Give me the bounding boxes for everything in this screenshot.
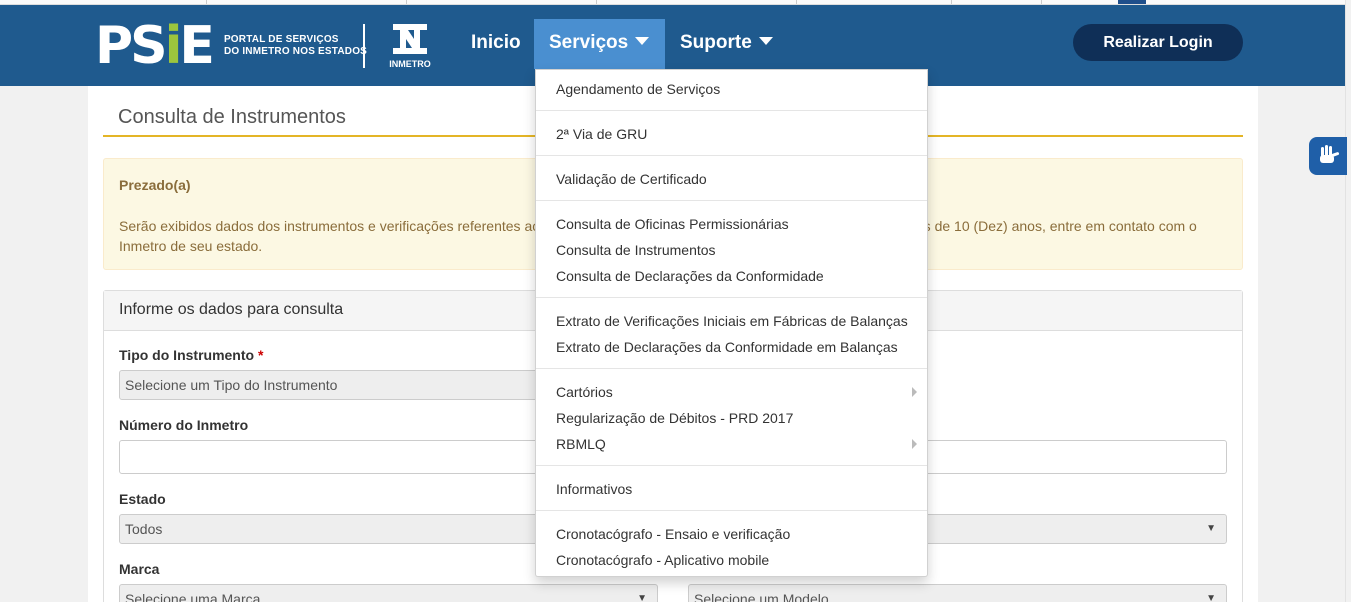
numero-inmetro-label: Número do Inmetro — [119, 417, 249, 433]
tab-strip-segment — [0, 0, 207, 4]
menu-item-consulta-instrumentos[interactable]: Consulta de Instrumentos — [556, 240, 716, 260]
menu-item-rbmlq[interactable]: RBMLQ — [556, 434, 606, 454]
chevron-right-icon — [912, 439, 917, 449]
menu-divider — [536, 368, 927, 369]
marca-value: Selecione uma Marca — [125, 591, 261, 602]
tab-strip-segment — [597, 0, 797, 4]
psie-logo-mark: PSiE — [95, 16, 215, 76]
tipo-instrumento-label: Tipo do Instrumento * — [119, 347, 264, 363]
select-arrow-icon: ▼ — [637, 593, 647, 602]
alert-text-left: Serão exibidos dados dos instrumentos e … — [119, 218, 541, 234]
tipo-instrumento-value: Selecione um Tipo do Instrumento — [125, 377, 338, 393]
nav-suporte[interactable]: Suporte — [665, 19, 788, 69]
inmetro-logo-label: INMETRO — [389, 59, 431, 69]
tab-strip-segment — [797, 0, 952, 4]
menu-item-cronotacografo-ensaio[interactable]: Cronotacógrafo - Ensaio e verificação — [556, 524, 790, 544]
menu-divider — [536, 297, 927, 298]
select-arrow-icon: ▼ — [1206, 593, 1216, 602]
page-scrollbar[interactable] — [1345, 0, 1351, 602]
menu-item-regularizacao-debitos[interactable]: Regularização de Débitos - PRD 2017 — [556, 408, 793, 428]
estado-label: Estado — [119, 491, 166, 507]
menu-divider — [536, 465, 927, 466]
marca-label: Marca — [119, 561, 160, 577]
login-button[interactable]: Realizar Login — [1073, 24, 1243, 61]
nav-servicos-label: Serviços — [549, 32, 629, 53]
inmetro-logo: INMETRO — [383, 22, 437, 72]
menu-item-cartorios[interactable]: Cartórios — [556, 382, 613, 402]
logo-separator — [363, 24, 365, 68]
tab-strip-segment — [952, 0, 1042, 4]
modelo-select[interactable]: Selecione um Modelo ▼ — [688, 584, 1227, 602]
required-marker: * — [257, 347, 264, 363]
tab-strip-accent — [1118, 0, 1146, 4]
alert-title: Prezado(a) — [119, 177, 191, 193]
estado-value: Todos — [125, 521, 163, 537]
menu-item-extrato-verificacoes[interactable]: Extrato de Verificações Iniciais em Fábr… — [556, 311, 908, 331]
tab-strip-segment — [207, 0, 407, 4]
menu-item-2via-gru[interactable]: 2ª Via de GRU — [556, 124, 647, 144]
chevron-right-icon — [912, 387, 917, 397]
menu-item-consulta-oficinas[interactable]: Consulta de Oficinas Permissionárias — [556, 214, 789, 234]
modelo-value: Selecione um Modelo — [694, 591, 829, 602]
nav-inicio-label: Inicio — [471, 32, 521, 53]
page-title: Consulta de Instrumentos — [118, 106, 346, 128]
marca-select[interactable]: Selecione uma Marca ▼ — [119, 584, 658, 602]
accessibility-widget[interactable] — [1309, 137, 1347, 175]
psie-logo[interactable]: PSiE PORTAL DE SERVIÇOS DO INMETRO NOS E… — [95, 16, 431, 76]
menu-item-validacao-certificado[interactable]: Validação de Certificado — [556, 169, 707, 189]
hand-sign-language-icon — [1320, 145, 1340, 163]
tab-strip-segment — [407, 0, 597, 4]
servicos-dropdown-menu: Agendamento de Serviços 2ª Via de GRU Va… — [535, 69, 928, 577]
menu-divider — [536, 110, 927, 111]
caret-down-icon — [635, 36, 650, 45]
nav-servicos[interactable]: Serviços — [534, 19, 665, 69]
menu-divider — [536, 155, 927, 156]
menu-divider — [536, 200, 927, 201]
inmetro-emblem-icon — [393, 24, 427, 54]
alert-text-line2: Inmetro de seu estado. — [119, 238, 263, 254]
menu-item-extrato-declaracoes[interactable]: Extrato de Declarações da Conformidade e… — [556, 337, 898, 357]
select-arrow-icon: ▼ — [1206, 523, 1216, 534]
nav-suporte-label: Suporte — [680, 32, 752, 53]
menu-item-cronotacografo-app[interactable]: Cronotacógrafo - Aplicativo mobile — [556, 550, 769, 570]
menu-divider — [536, 510, 927, 511]
nav-inicio[interactable]: Inicio — [456, 19, 536, 69]
alert-text-right: nais de 10 (Dez) anos, entre em contato … — [905, 218, 1197, 234]
caret-down-icon — [758, 36, 773, 45]
psie-logo-text: PORTAL DE SERVIÇOS DO INMETRO NOS ESTADO… — [223, 34, 368, 57]
menu-item-consulta-declaracoes[interactable]: Consulta de Declarações da Conformidade — [556, 266, 824, 286]
menu-item-agendamento[interactable]: Agendamento de Serviços — [556, 79, 720, 99]
menu-item-informativos[interactable]: Informativos — [556, 479, 632, 499]
